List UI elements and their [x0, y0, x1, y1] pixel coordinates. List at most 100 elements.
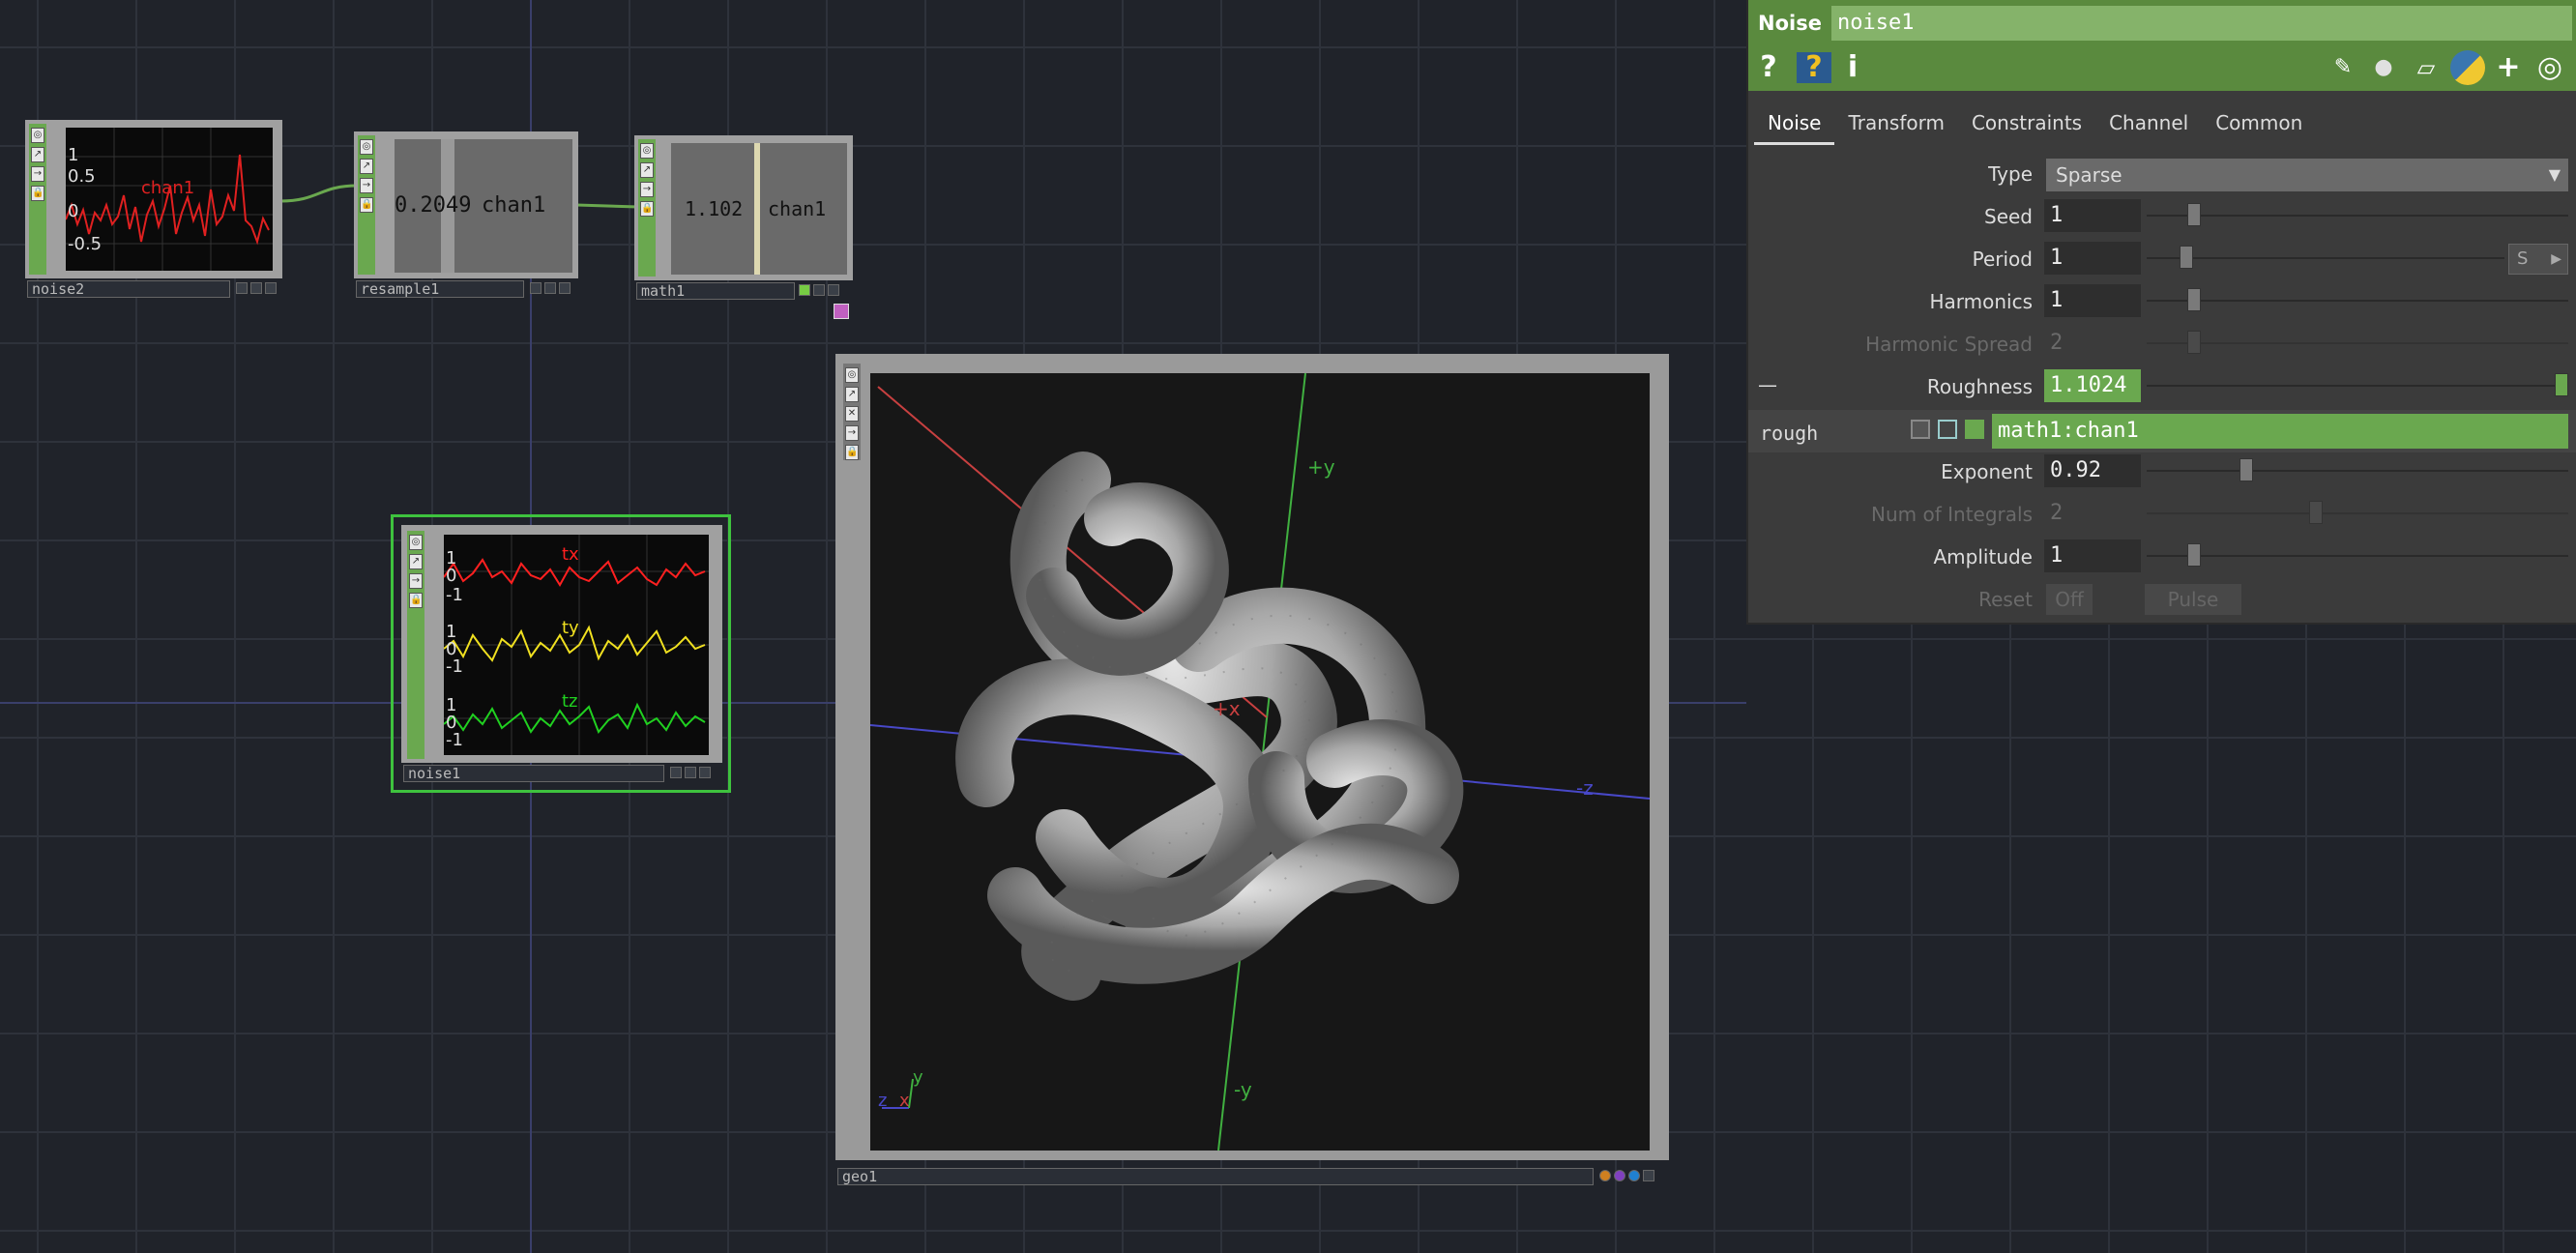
clipboard-icon[interactable]: ▱ [2410, 52, 2443, 83]
bypass-icon[interactable]: → [31, 166, 44, 182]
help-icon[interactable]: ? [1756, 52, 1781, 83]
node-flags[interactable] [236, 282, 277, 296]
edit-icon[interactable]: ↗ [409, 554, 423, 569]
seed-slider-track[interactable] [2147, 215, 2568, 217]
ty-label-neg1: -1 [446, 656, 463, 677]
target-icon[interactable]: ◎ [2532, 52, 2568, 83]
period-unit-button[interactable]: S ▶ [2508, 244, 2568, 275]
geo1-3d-viewer[interactable]: +y -y +x -z y z x [870, 373, 1650, 1151]
node-name-math1[interactable]: math1 [636, 282, 795, 300]
bypass-icon[interactable]: → [845, 425, 859, 441]
seed-slider-knob[interactable] [2187, 203, 2201, 226]
harmonics-slider-track[interactable] [2147, 300, 2568, 302]
panel-toolbar: ? ? i ✎ ● ▱ + ◎ [1748, 44, 2576, 91]
lock-icon[interactable]: 🔒 [640, 201, 654, 217]
node-name-noise1[interactable]: noise1 [403, 765, 664, 782]
node-flags[interactable] [799, 284, 839, 298]
node-noise2[interactable]: ◎ ↗ → 🔒 1 0.5 0 -0.5 chan1 noise2 [25, 120, 282, 300]
mode-export-icon[interactable] [1965, 420, 1984, 439]
node-geo1[interactable]: ◎ ↗ ✕ → 🔒 +y -y +x -z y z x geo1 [835, 354, 1669, 1189]
viewer-toggle-icon[interactable]: ◎ [31, 128, 44, 143]
axis-label-pos-x: +x [1213, 697, 1241, 720]
export-flag-icon[interactable] [834, 304, 849, 319]
python-help-icon[interactable]: ? [1797, 52, 1831, 83]
tx-channel-label: tx [562, 544, 579, 565]
node-noise1[interactable]: ◎ ↗ → 🔒 1 0 -1 tx 1 0 -1 ty 1 0 -1 tz no… [391, 514, 731, 793]
edit-pencil-icon[interactable]: ✎ [2328, 52, 2357, 83]
mode-constant-icon[interactable] [1911, 420, 1930, 439]
tab-common[interactable]: Common [2202, 102, 2316, 145]
lock-icon[interactable]: 🔒 [31, 186, 44, 201]
gizmo-label-y: y [913, 1067, 923, 1088]
resample1-value-viewer: 0.2049 chan1 [395, 139, 572, 273]
exponent-slider-knob[interactable] [2239, 458, 2253, 481]
tab-channel[interactable]: Channel [2095, 102, 2202, 145]
edit-icon[interactable]: ↗ [640, 162, 654, 178]
roughness-slider-knob[interactable] [2555, 373, 2568, 396]
period-field[interactable]: 1 [2044, 242, 2141, 275]
node-name-resample1[interactable]: resample1 [356, 280, 524, 298]
info-icon[interactable]: i [1843, 52, 1862, 83]
roughness-slider-track[interactable] [2147, 385, 2568, 387]
amplitude-slider-track[interactable] [2147, 555, 2568, 557]
viewer-toggle-icon[interactable]: ◎ [409, 535, 423, 550]
tab-transform[interactable]: Transform [1834, 102, 1957, 145]
node-math1[interactable]: ◎ ↗ → 🔒 1.102 chan1 math1 [634, 135, 855, 319]
param-label-harmonic-spread: Harmonic Spread [1865, 333, 2033, 356]
harmonic-spread-slider-track [2147, 342, 2568, 344]
period-slider-knob[interactable] [2180, 246, 2193, 269]
node-flags[interactable] [530, 282, 571, 296]
lock-icon[interactable]: 🔒 [360, 197, 373, 213]
num-integrals-slider-track [2147, 512, 2568, 514]
roughness-field[interactable]: 1.1024 [2044, 369, 2141, 402]
tab-noise[interactable]: Noise [1754, 102, 1835, 145]
lock-icon[interactable]: 🔒 [409, 593, 423, 608]
amplitude-slider-knob[interactable] [2187, 543, 2201, 567]
bypass-icon[interactable]: → [409, 573, 423, 589]
noise1-chart: 1 0 -1 tx 1 0 -1 ty 1 0 -1 tz [443, 535, 709, 755]
node-flags[interactable] [670, 767, 711, 780]
viewer-toggle-icon[interactable]: ◎ [845, 367, 859, 383]
tab-constraints[interactable]: Constraints [1958, 102, 2095, 145]
rough-expression-field[interactable]: math1:chan1 [1992, 414, 2568, 449]
bypass-icon[interactable]: → [360, 178, 373, 193]
viewer-toggle-icon[interactable]: ◎ [640, 143, 654, 159]
amplitude-field[interactable]: 1 [2044, 539, 2141, 572]
type-dropdown[interactable]: Sparse ▼ [2046, 159, 2568, 191]
edit-icon[interactable]: ↗ [845, 387, 859, 402]
param-label-reset: Reset [1978, 588, 2033, 611]
node-name-geo1[interactable]: geo1 [837, 1168, 1594, 1185]
type-value: Sparse [2056, 163, 2122, 187]
harmonics-field[interactable]: 1 [2044, 284, 2141, 317]
exponent-slider-track[interactable] [2147, 470, 2568, 472]
chart-label-neg0.5: -0.5 [68, 234, 102, 254]
axis-label-neg-z: -z [1576, 776, 1594, 800]
node-flags[interactable] [1599, 1170, 1654, 1183]
bypass-icon[interactable]: → [640, 182, 654, 197]
node-resample1[interactable]: ◎ ↗ → 🔒 0.2049 chan1 resample1 [354, 131, 580, 300]
python-icon[interactable] [2450, 50, 2485, 85]
node-name-noise2[interactable]: noise2 [27, 280, 230, 298]
param-label-seed: Seed [1984, 205, 2033, 228]
lock-icon[interactable]: 🔒 [845, 445, 859, 460]
op-name-field[interactable]: noise1 [1831, 6, 2572, 41]
seed-field[interactable]: 1 [2044, 199, 2141, 232]
period-slider-track[interactable] [2147, 257, 2504, 259]
viewer-toggle-icon[interactable]: ◎ [360, 139, 373, 155]
close-icon[interactable]: ✕ [845, 406, 859, 422]
harmonic-spread-field: 2 [2050, 331, 2064, 355]
edit-icon[interactable]: ↗ [360, 159, 373, 174]
harmonic-spread-slider-knob [2187, 331, 2201, 354]
axis-label-pos-y: +y [1307, 455, 1335, 479]
tx-label-neg1: -1 [446, 585, 463, 605]
param-label-type: Type [1988, 162, 2033, 186]
panel-header: Noise noise1 [1748, 0, 2576, 44]
harmonics-slider-knob[interactable] [2187, 288, 2201, 311]
math1-value: 1.102 [685, 197, 744, 220]
param-label-exponent: Exponent [1941, 460, 2033, 483]
mode-expression-icon[interactable] [1938, 420, 1957, 439]
edit-icon[interactable]: ↗ [31, 147, 44, 162]
add-icon[interactable]: + [2493, 52, 2524, 83]
exponent-field[interactable]: 0.92 [2044, 454, 2141, 487]
comment-icon[interactable]: ● [2367, 52, 2400, 83]
